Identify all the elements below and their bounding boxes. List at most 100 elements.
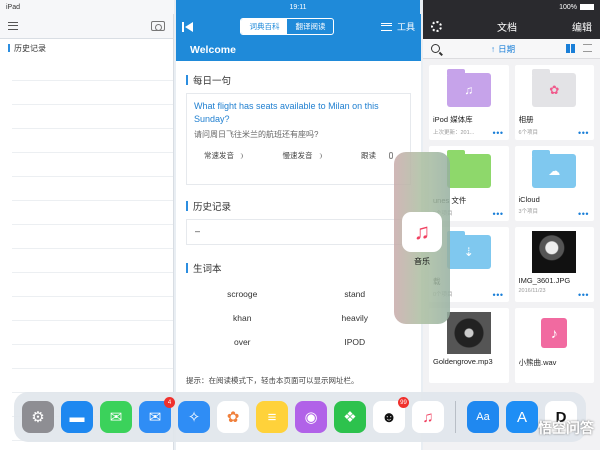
status-bar-left: iPad — [0, 0, 174, 14]
audio-file-icon: ♪ — [541, 318, 568, 348]
slideover-panel[interactable]: ♫ 音乐 — [394, 152, 450, 324]
file-item[interactable]: ☁ iCloud 3个项目 ••• — [514, 146, 594, 221]
messages-icon[interactable]: ✉ — [100, 401, 132, 433]
file-item[interactable]: ♫ iPod 媒体库 上次更新：201... ••• — [429, 65, 509, 140]
photo-thumbnail — [532, 231, 577, 273]
qq-icon[interactable]: ☻ 99 — [373, 397, 409, 433]
file-name: IMG_3601.JPG — [518, 276, 571, 285]
daily-sentence-card[interactable]: What flight has seats available to Milan… — [186, 93, 411, 185]
status-bar-right: 100% — [423, 0, 600, 14]
file-item[interactable]: ♪ 小熊曲.wav — [514, 308, 594, 383]
wechat-icon[interactable]: ❖ — [334, 401, 366, 433]
music-icon[interactable]: ♫ — [412, 401, 444, 433]
normal-speed-label: 常速发音 — [204, 151, 234, 160]
file-name: 小熊曲.wav — [518, 358, 557, 367]
speaker-icon — [237, 152, 243, 159]
photos-folder-icon: ✿ — [532, 69, 577, 107]
follow-read-button[interactable]: 跟读 — [361, 150, 393, 161]
settings-icon[interactable]: ⚙ — [22, 401, 54, 433]
more-icon[interactable]: ••• — [578, 210, 589, 219]
follow-read-label: 跟读 — [361, 151, 376, 160]
dock: ⚙ ▬ ✉ ✉ 4 ✧ ✿ ≡ ◉ ❖ ☻ 99 ♫ Aa A D — [14, 392, 586, 442]
dock-divider — [455, 401, 456, 433]
appstore-icon[interactable]: A — [506, 401, 538, 433]
hint-text: 提示：在阅读模式下，轻击本页面可以显示网址栏。 — [186, 376, 359, 385]
tab-translate[interactable]: 翻译阅读 — [287, 19, 333, 34]
clock: 19:11 — [289, 3, 307, 11]
welcome-banner: Welcome — [176, 39, 421, 61]
notes-icon[interactable]: ≡ — [256, 401, 288, 433]
dictionary-main: 词典百科 翻译阅读 工具 Welcome 每日一句 What flight ha… — [176, 14, 421, 450]
history-card[interactable]: – — [186, 219, 411, 245]
slow-speed-label: 慢速发音 — [282, 151, 313, 160]
files-icon[interactable]: ▬ — [61, 401, 93, 433]
grid-view-icon[interactable] — [565, 44, 575, 53]
view-toggle — [565, 44, 592, 53]
more-icon[interactable]: ••• — [493, 129, 504, 138]
history-value: – — [195, 226, 201, 236]
menu-icon[interactable] — [8, 22, 18, 30]
microphone-icon — [389, 152, 393, 159]
file-name: iPod 媒体库 — [433, 115, 473, 124]
sort-bar: ↑ 日期 — [423, 39, 600, 59]
more-icon[interactable]: ••• — [578, 291, 589, 300]
slideover-app-label: 音乐 — [414, 257, 430, 266]
tools-area: 工具 — [380, 20, 415, 33]
mail-badge: 4 — [164, 397, 175, 408]
file-item[interactable]: IMG_3601.JPG 2016/11/23 ••• — [514, 227, 594, 302]
dictionary-app-icon[interactable]: Aa — [467, 401, 499, 433]
mail-icon[interactable]: ✉ 4 — [139, 397, 175, 433]
sort-by-date-button[interactable]: ↑ 日期 — [491, 43, 515, 55]
file-name: 相册 — [518, 115, 534, 124]
sidebar-toolbar — [0, 14, 173, 39]
mode-tabs: 词典百科 翻译阅读 — [240, 18, 335, 35]
file-item[interactable]: ✿ 相册 6个项目 ••• — [514, 65, 594, 140]
vocab-word[interactable]: khan — [186, 313, 299, 323]
audio-controls: 常速发音 慢速发音 跟读 — [194, 150, 403, 161]
list-view-icon[interactable] — [582, 44, 592, 52]
speaker-icon — [316, 152, 322, 159]
sort-label: 日期 — [498, 43, 516, 54]
qq-badge: 99 — [398, 397, 409, 408]
podcasts-icon[interactable]: ◉ — [295, 401, 327, 433]
gear-icon[interactable] — [431, 21, 442, 32]
music-icon[interactable]: ♫ — [402, 212, 442, 252]
list-icon[interactable] — [380, 22, 392, 31]
normal-speed-button[interactable]: 常速发音 — [204, 150, 243, 161]
edit-button[interactable]: 编辑 — [572, 19, 592, 34]
documents-title: 文档 — [497, 23, 517, 34]
cloud-folder-icon: ☁ — [532, 150, 577, 188]
watermark: 悟空问答 — [538, 420, 594, 436]
tools-button[interactable]: 工具 — [397, 20, 415, 33]
more-icon[interactable]: ••• — [493, 291, 504, 300]
camera-icon[interactable] — [151, 21, 165, 31]
more-icon[interactable]: ••• — [493, 210, 504, 219]
album-art-thumbnail — [446, 312, 491, 354]
slow-speed-button[interactable]: 慢速发音 — [283, 150, 322, 161]
daily-chinese: 请问周日飞往米兰的航班还有座吗? — [194, 130, 319, 139]
arrow-up-icon: ↑ — [490, 43, 496, 54]
dictionary-sidebar: 历史记录 — [0, 14, 174, 450]
photos-icon[interactable]: ✿ — [217, 401, 249, 433]
battery-icon — [580, 4, 594, 10]
vocab-word[interactable]: scrooge — [186, 289, 299, 299]
main-toolbar: 词典百科 翻译阅读 工具 — [176, 14, 421, 39]
history-title: 历史记录 — [186, 199, 411, 213]
file-name: iCloud — [518, 195, 540, 204]
download-folder-icon: ⇣ — [446, 231, 491, 269]
collapse-sidebar-icon[interactable] — [182, 21, 194, 32]
file-name: Goldengrove.mp3 — [433, 357, 493, 366]
daily-english[interactable]: What flight has seats available to Milan… — [194, 100, 403, 126]
more-icon[interactable]: ••• — [578, 129, 589, 138]
search-icon[interactable] — [431, 44, 440, 53]
safari-icon[interactable]: ✧ — [178, 401, 210, 433]
itunes-folder-icon — [446, 150, 491, 188]
carrier-label: iPad — [6, 3, 21, 11]
battery-label: 100% — [559, 3, 577, 11]
music-folder-icon: ♫ — [446, 69, 491, 107]
vocab-word[interactable]: over — [186, 337, 299, 347]
vocab-word[interactable]: IPOD — [299, 337, 412, 347]
documents-toolbar: 文档 编辑 — [423, 14, 600, 39]
vocab-list: scrooge stand khan heavily over IPOD — [186, 275, 411, 347]
tab-dictionary[interactable]: 词典百科 — [241, 19, 288, 34]
